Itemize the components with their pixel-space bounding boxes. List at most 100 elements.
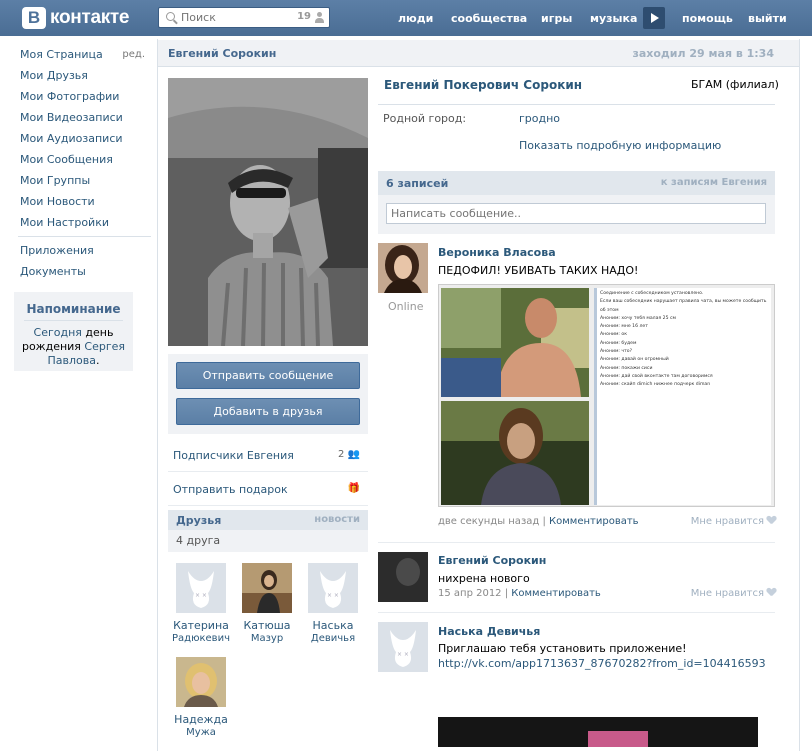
show-more-info-link[interactable]: Показать подробную информацию [519, 139, 721, 152]
play-icon[interactable] [643, 7, 665, 29]
sidebar-item-messages[interactable]: Мои Сообщения [20, 152, 155, 173]
followers-count: 2 👥 [337, 449, 360, 460]
post-text: ПЕДОФИЛ! УБИВАТЬ ТАКИХ НАДО! [438, 264, 639, 277]
sidebar-item-settings[interactable]: Мои Настройки [20, 215, 155, 236]
friends-title[interactable]: Друзья [176, 514, 221, 527]
followers-link[interactable]: Подписчики Евгения [173, 449, 294, 462]
post-text: Приглашаю тебя установить приложение! [438, 642, 687, 655]
sidebar-item-photos[interactable]: Мои Фотографии [20, 89, 155, 110]
post-divider [378, 612, 775, 613]
send-gift-link[interactable]: Отправить подарок [173, 483, 288, 496]
post-author-avatar[interactable] [378, 552, 428, 602]
wall-count[interactable]: 6 записей [386, 177, 448, 190]
person-icon [315, 12, 324, 23]
chat-log: Соединение с собеседником установлено. Е… [594, 288, 771, 505]
friends-news-link[interactable]: новости [314, 514, 360, 525]
friend-avatar[interactable]: × × [308, 563, 358, 613]
heart-icon [767, 588, 776, 596]
reminder-title: Напоминание [24, 292, 123, 321]
post-author-name[interactable]: Вероника Власова [438, 246, 556, 259]
friend-avatar[interactable] [176, 657, 226, 707]
wall-header: 6 записей к записям Евгения [378, 171, 775, 195]
sidebar-item-my-page[interactable]: Моя Страница ред. [20, 47, 155, 68]
logo-mark: В [22, 7, 46, 29]
friends-count: 4 друга [176, 534, 221, 547]
sidebar-item-videos[interactable]: Мои Видеозаписи [20, 110, 155, 131]
reminder-body: Сегодня день рождения Сергея Павлова. [21, 326, 126, 367]
profile-full-name: Евгений Покерович Сорокин [384, 78, 583, 92]
post-author-avatar[interactable] [378, 243, 428, 293]
top-header: В контакте 19 люди сообщества игры музык… [0, 0, 812, 36]
friend-avatar[interactable]: × × [176, 563, 226, 613]
post-author-name[interactable]: Наська Девичья [438, 625, 540, 638]
svg-text:× ×: × × [397, 651, 409, 658]
hometown-label: Родной город: [383, 112, 467, 125]
send-message-button[interactable]: Отправить сообщение [176, 362, 360, 389]
like-button[interactable]: Мне нравится [691, 588, 776, 599]
nav-logout[interactable]: выйти [748, 0, 787, 36]
logo-text: контакте [50, 7, 130, 28]
friend-avatar[interactable] [242, 563, 292, 613]
wall-all-link[interactable]: к записям Евгения [661, 177, 767, 188]
action-buttons: Отправить сообщение Добавить в друзья [168, 354, 368, 434]
sidebar-item-apps[interactable]: Приложения [20, 243, 155, 264]
search-count: 19 [297, 11, 311, 22]
post-author-name[interactable]: Евгений Сорокин [438, 554, 546, 567]
svg-text:× ×: × × [195, 592, 207, 599]
sidebar-item-audio[interactable]: Мои Аудиозаписи [20, 131, 155, 152]
vk-logo[interactable]: В контакте [22, 5, 130, 31]
svg-text:× ×: × × [327, 592, 339, 599]
comment-link[interactable]: Комментировать [511, 588, 601, 599]
profile-university: БГАМ (филиал) [691, 78, 779, 91]
webcam-top [441, 288, 589, 397]
post-meta: 15 апр 2012 | Комментировать [438, 588, 601, 599]
search-input[interactable] [181, 10, 276, 25]
left-menu-secondary: Приложения Документы [20, 243, 155, 285]
post-divider [378, 542, 775, 543]
post-attachment-preview[interactable] [438, 717, 758, 747]
friend-item[interactable]: Надежда Мужа [171, 657, 231, 739]
nav-people[interactable]: люди [398, 0, 433, 36]
heart-icon [767, 516, 776, 524]
info-divider [378, 104, 775, 105]
nav-communities[interactable]: сообщества [451, 0, 527, 36]
edit-link[interactable]: ред. [122, 47, 145, 63]
wall-post-input[interactable] [386, 203, 766, 224]
nav-games[interactable]: игры [541, 0, 572, 36]
profile-photo[interactable] [168, 78, 368, 346]
gift-row[interactable]: Отправить подарок 🎁 [168, 472, 368, 506]
wall-post-box [378, 195, 775, 234]
add-friend-button[interactable]: Добавить в друзья [176, 398, 360, 425]
friends-count-bar: 4 друга [168, 530, 368, 552]
comment-link[interactable]: Комментировать [549, 516, 639, 527]
nav-music[interactable]: музыка [590, 0, 637, 36]
post-link[interactable]: http://vk.com/app1713637_87670282?from_i… [438, 657, 766, 670]
friends-header[interactable]: Друзья новости [168, 510, 368, 532]
profile-title-bar: Евгений Сорокин заходил 29 мая в 1:34 [158, 40, 799, 67]
post-text: нихрена нового [438, 572, 530, 585]
followers-row[interactable]: Подписчики Евгения 2 👥 [168, 438, 368, 472]
nav-help[interactable]: помощь [682, 0, 733, 36]
sidebar-item-groups[interactable]: Мои Группы [20, 173, 155, 194]
sidebar-item-documents[interactable]: Документы [20, 264, 155, 285]
post-author-avatar[interactable]: × × [378, 622, 428, 672]
birthday-reminder: Напоминание Сегодня день рождения Сергея… [14, 292, 133, 371]
friend-item[interactable]: Катюша Мазур [237, 563, 297, 645]
online-status: Online [388, 300, 424, 313]
people-icon: 👥 [347, 449, 360, 460]
sidebar-divider [18, 236, 151, 237]
search-box[interactable]: 19 [158, 7, 330, 28]
post-meta: две секунды назад | Комментировать [438, 516, 639, 527]
friend-item[interactable]: × × Наська Девичья [303, 563, 363, 645]
today-link[interactable]: Сегодня [34, 326, 82, 339]
last-seen: заходил 29 мая в 1:34 [632, 47, 774, 60]
hometown-value[interactable]: гродно [519, 112, 560, 125]
search-icon [166, 12, 175, 21]
like-button[interactable]: Мне нравится [691, 516, 776, 527]
friend-item[interactable]: × × Катерина Радюкевич [171, 563, 231, 645]
post-attachment-image[interactable]: Соединение с собеседником установлено. Е… [438, 284, 775, 507]
sidebar-item-friends[interactable]: Мои Друзья [20, 68, 155, 89]
sidebar-item-news[interactable]: Мои Новости [20, 194, 155, 215]
webcam-bottom [441, 401, 589, 505]
left-menu: Моя Страница ред. Мои Друзья Мои Фотограф… [20, 47, 155, 236]
